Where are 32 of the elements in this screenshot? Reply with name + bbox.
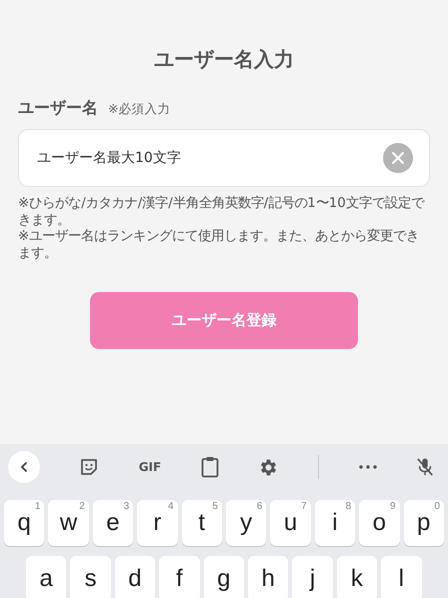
keyboard-key[interactable]: 7 u: [270, 500, 311, 546]
chevron-left-icon: [18, 461, 30, 473]
keyboard-key[interactable]: h: [248, 556, 288, 598]
field-label: ユーザー名: [18, 98, 98, 119]
keyboard-key[interactable]: s: [70, 556, 111, 598]
keyboard-key[interactable]: 5 t: [182, 500, 222, 546]
username-field[interactable]: ユーザー名最大10文字: [18, 129, 430, 187]
gif-button[interactable]: GIF: [138, 460, 162, 474]
more-icon[interactable]: [358, 465, 377, 469]
sticker-icon[interactable]: [79, 457, 100, 477]
keyboard-key[interactable]: 1 q: [4, 500, 44, 546]
hint-text: ※ひらがな/カタカナ/漢字/半角全角英数字/記号の1〜10文字で設定できます。: [18, 196, 426, 228]
keyboard-key[interactable]: j: [292, 556, 333, 598]
keyboard-key[interactable]: k: [336, 556, 378, 598]
clipboard-icon[interactable]: [200, 456, 219, 478]
keyboard-key[interactable]: g: [204, 556, 244, 598]
keyboard-key[interactable]: 2 w: [48, 500, 89, 546]
keyboard-key[interactable]: 6 y: [226, 500, 266, 546]
keyboard-key[interactable]: a: [26, 556, 66, 598]
keyboard-key[interactable]: l: [381, 556, 422, 598]
mic-off-icon[interactable]: [416, 457, 434, 477]
keyboard-key[interactable]: 3 e: [92, 500, 134, 546]
keyboard-key[interactable]: 8 i: [314, 500, 356, 546]
required-note: ※必須入力: [108, 101, 170, 118]
keyboard-key[interactable]: 4 r: [137, 500, 178, 546]
keyboard-key[interactable]: f: [159, 556, 200, 598]
hint-text: ※ユーザー名はランキングにて使用します。また、あとから変更できます。: [18, 229, 420, 262]
keyboard-key[interactable]: 9 o: [359, 500, 400, 546]
back-button[interactable]: [8, 451, 40, 483]
keyboard-key[interactable]: d: [114, 556, 156, 598]
keyboard-key[interactable]: 0 p: [404, 500, 444, 546]
page-title: ユーザー名入力: [153, 46, 295, 72]
